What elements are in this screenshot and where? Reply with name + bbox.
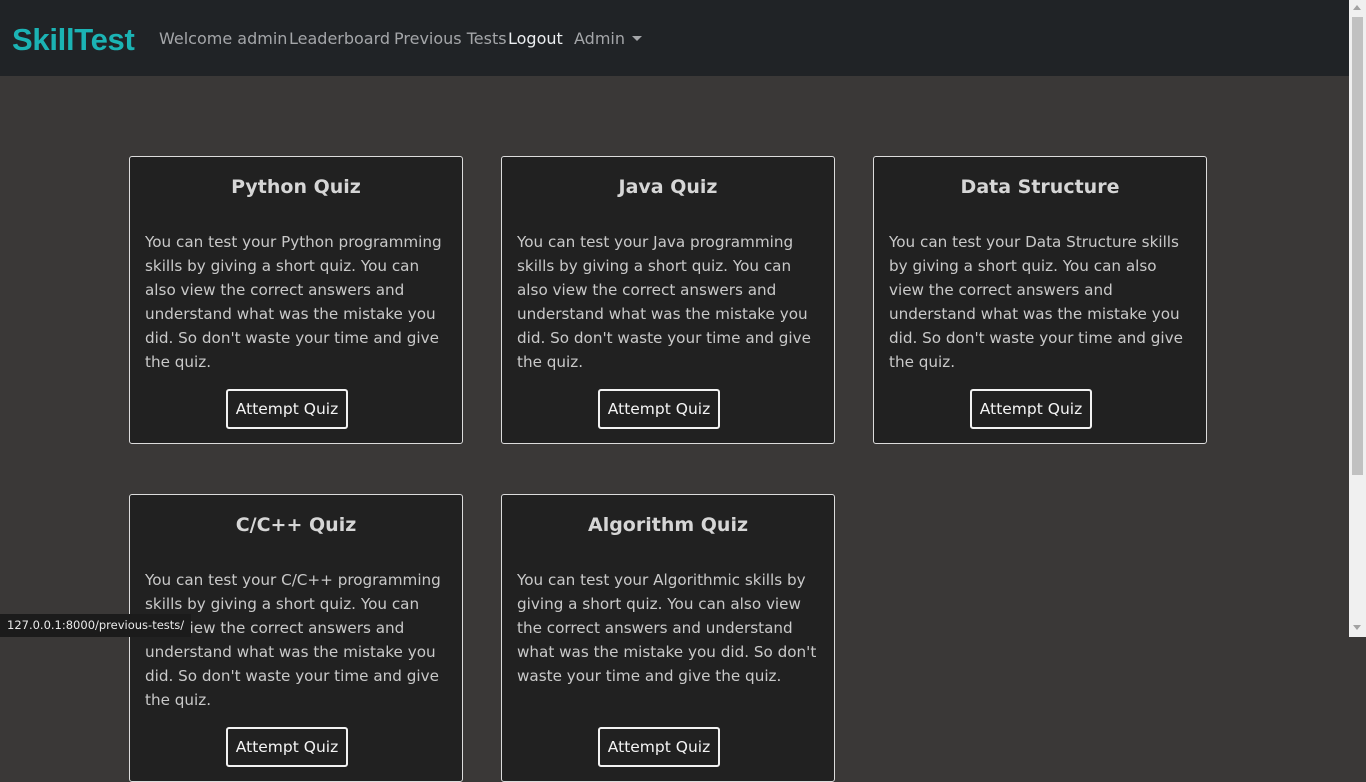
card-description: You can test your Algorithmic skills by … (517, 571, 817, 685)
card-title: Python Quiz (231, 176, 361, 198)
card-description: You can test your Data Structure skills … (889, 233, 1183, 371)
nav-leaderboard[interactable]: Leaderboard (289, 28, 390, 50)
scroll-up-icon[interactable] (1353, 5, 1361, 10)
card-title: Java Quiz (618, 176, 718, 198)
attempt-quiz-button[interactable]: Attempt Quiz (970, 389, 1092, 429)
nav-admin-label: Admin (574, 29, 625, 48)
link-preview-url: 127.0.0.1:8000/previous-tests/ (0, 614, 192, 637)
vertical-scrollbar[interactable] (1349, 0, 1366, 637)
brand-logo[interactable]: SkillTest (12, 21, 135, 59)
card-description: You can test your Java programming skill… (517, 233, 811, 371)
nav-previous-tests[interactable]: Previous Tests (394, 28, 507, 50)
nav-logout[interactable]: Logout (508, 28, 563, 50)
attempt-quiz-button[interactable]: Attempt Quiz (598, 389, 720, 429)
caret-down-icon (632, 36, 642, 41)
card-title: Data Structure (960, 176, 1120, 198)
attempt-quiz-button[interactable]: Attempt Quiz (226, 389, 348, 429)
navbar: SkillTest Welcome admin Leaderboard Prev… (0, 0, 1349, 76)
scroll-down-icon[interactable] (1353, 625, 1361, 630)
quiz-card-data-structure: Data Structure You can test your Data St… (873, 156, 1207, 444)
card-description: You can test your Python programming ski… (145, 233, 442, 371)
nav-admin-dropdown[interactable]: Admin (574, 28, 642, 50)
quiz-card-algorithm: Algorithm Quiz You can test your Algorit… (501, 494, 835, 782)
attempt-quiz-button[interactable]: Attempt Quiz (598, 727, 720, 767)
attempt-quiz-button[interactable]: Attempt Quiz (226, 727, 348, 767)
card-title: Algorithm Quiz (587, 514, 749, 536)
quiz-card-java: Java Quiz You can test your Java program… (501, 156, 835, 444)
quiz-card-cpp: C/C++ Quiz You can test your C/C++ progr… (129, 494, 463, 782)
nav-welcome[interactable]: Welcome admin (159, 28, 287, 50)
card-description: You can test your C/C++ programming skil… (145, 571, 441, 709)
scrollbar-thumb[interactable] (1352, 17, 1363, 475)
card-title: C/C++ Quiz (235, 514, 357, 536)
quiz-card-python: Python Quiz You can test your Python pro… (129, 156, 463, 444)
